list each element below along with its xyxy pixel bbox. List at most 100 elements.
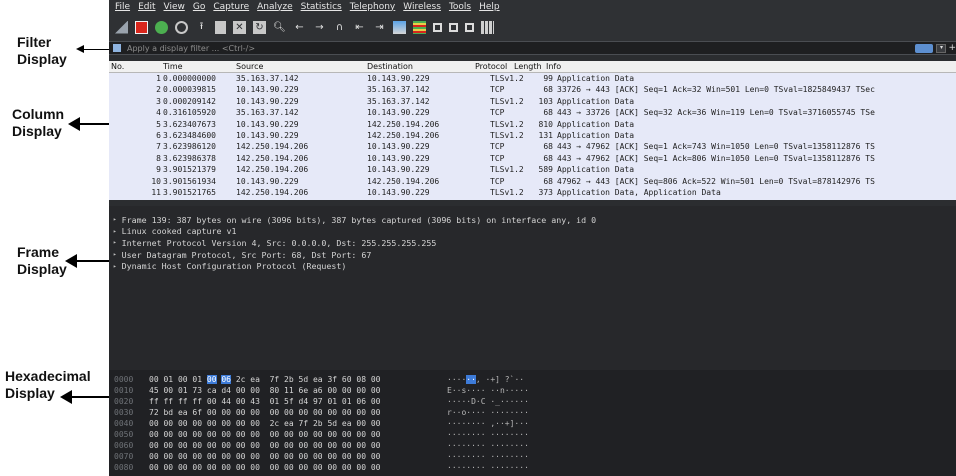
last-packet-icon[interactable]: ⇥ <box>373 21 386 34</box>
menu-go[interactable]: Go <box>193 2 205 12</box>
table-row[interactable]: 4 0.316105920 35.163.37.142 10.143.90.229 TC… <box>109 107 956 118</box>
hex-byte[interactable]: 00 <box>313 408 323 417</box>
hex-byte[interactable]: 11 <box>284 386 294 395</box>
close-file-icon[interactable]: ✕ <box>233 20 246 34</box>
colorize-icon[interactable] <box>413 20 426 34</box>
hex-byte[interactable]: 06 <box>356 397 366 406</box>
hex-byte[interactable]: 00 <box>207 419 217 428</box>
hex-byte[interactable]: 00 <box>163 463 173 472</box>
hex-byte[interactable]: 72 <box>149 408 159 417</box>
hex-byte[interactable]: 00 <box>163 452 173 461</box>
hex-byte[interactable]: 00 <box>236 463 246 472</box>
hex-byte[interactable]: 00 <box>207 430 217 439</box>
hex-byte[interactable]: 6e <box>299 386 309 395</box>
hex-byte[interactable]: 00 <box>178 375 188 384</box>
menu-statistics[interactable]: Statistics <box>301 2 342 12</box>
hex-byte[interactable]: 00 <box>236 430 246 439</box>
expand-triangle-icon[interactable]: ▸ <box>113 228 117 235</box>
add-filter-button[interactable]: + <box>948 43 956 53</box>
normal-size-icon[interactable] <box>465 22 474 32</box>
hex-byte[interactable]: 00 <box>149 375 159 384</box>
hex-byte[interactable]: 01 <box>270 397 280 406</box>
hex-bytes[interactable]: 00 00 00 00 00 00 00 00 00 00 00 00 00 0… <box>149 430 380 439</box>
hex-byte[interactable]: 2c <box>270 419 280 428</box>
hex-byte[interactable]: 3f <box>327 375 337 384</box>
hex-byte[interactable]: 00 <box>371 397 381 406</box>
hex-byte[interactable]: 00 <box>250 430 260 439</box>
detail-tree-item[interactable]: ▸ Linux cooked capture v1 <box>109 226 956 238</box>
hex-byte[interactable]: 00 <box>250 452 260 461</box>
hex-byte[interactable]: 00 <box>192 463 202 472</box>
hex-byte[interactable]: 00 <box>149 441 159 450</box>
column-header-protocol[interactable]: Protocol <box>475 62 507 71</box>
hex-byte[interactable]: 5d <box>327 419 337 428</box>
hex-ascii[interactable]: ········ ········ <box>447 463 529 472</box>
expand-triangle-icon[interactable]: ▸ <box>113 216 117 223</box>
menu-capture[interactable]: Capture <box>213 2 249 12</box>
hex-ascii[interactable]: ········ ········ <box>447 452 529 461</box>
reload-icon[interactable]: ↻ <box>253 20 266 34</box>
hex-byte[interactable]: 00 <box>270 408 280 417</box>
hex-byte[interactable]: 00 <box>327 408 337 417</box>
hex-byte[interactable]: 00 <box>178 463 188 472</box>
autoscroll-icon[interactable] <box>393 20 406 34</box>
hex-byte[interactable]: 00 <box>149 452 159 461</box>
hex-byte[interactable]: 00 <box>250 441 260 450</box>
detail-tree-item[interactable]: ▸ Internet Protocol Version 4, Src: 0.0.0… <box>109 237 956 249</box>
zoom-out-icon[interactable] <box>449 22 458 32</box>
hex-byte[interactable]: 00 <box>236 419 246 428</box>
hex-byte[interactable]: 01 <box>178 386 188 395</box>
hex-byte[interactable]: 00 <box>371 375 381 384</box>
hex-byte[interactable]: 00 <box>236 441 246 450</box>
hex-byte[interactable]: 00 <box>313 430 323 439</box>
hex-byte[interactable]: 2c <box>236 375 246 384</box>
hex-byte[interactable]: 00 <box>342 408 352 417</box>
hex-byte[interactable]: 00 <box>371 441 381 450</box>
menu-view[interactable]: View <box>164 2 185 12</box>
hex-bytes[interactable]: ff ff ff ff 00 44 00 43 01 5f d4 97 01 0… <box>149 397 380 406</box>
hex-byte[interactable]: 00 <box>342 430 352 439</box>
filter-dropdown-icon[interactable]: ▾ <box>936 43 947 53</box>
hex-byte[interactable]: ff <box>163 397 173 406</box>
go-back-icon[interactable]: ← <box>293 21 306 34</box>
table-row[interactable]: 10 3.901561934 10.143.90.229 142.250.194.20… <box>109 176 956 187</box>
hex-byte[interactable]: 00 <box>356 408 366 417</box>
hex-bytes[interactable]: 00 00 00 00 00 00 00 00 00 00 00 00 00 0… <box>149 452 380 461</box>
resize-columns-icon[interactable] <box>481 20 494 34</box>
shark-fin-icon[interactable] <box>115 20 128 34</box>
detail-tree-item[interactable]: ▸ Dynamic Host Configuration Protocol (Re… <box>109 260 956 272</box>
table-row[interactable]: 3 0.000209142 10.143.90.229 35.163.37.142 TL… <box>109 96 956 107</box>
hex-byte[interactable]: 00 <box>178 419 188 428</box>
hex-byte[interactable]: ea <box>284 419 294 428</box>
expand-triangle-icon[interactable]: ▸ <box>113 239 117 246</box>
hex-byte[interactable]: 00 <box>342 441 352 450</box>
hex-byte[interactable]: 00 <box>236 408 246 417</box>
apply-filter-arrow-icon[interactable] <box>915 43 934 53</box>
hex-byte[interactable]: 00 <box>327 386 337 395</box>
hex-byte[interactable]: ff <box>149 397 159 406</box>
hex-byte[interactable]: a6 <box>313 386 323 395</box>
hex-byte[interactable]: 00 <box>356 452 366 461</box>
hex-byte[interactable]: 00 <box>327 441 337 450</box>
hex-byte[interactable]: 00 <box>356 386 366 395</box>
hex-ascii[interactable]: r··o···· ········ <box>447 408 529 417</box>
hex-byte[interactable]: 00 <box>149 419 159 428</box>
hex-byte[interactable]: 06 <box>221 375 231 384</box>
hex-byte[interactable]: bd <box>163 408 173 417</box>
hex-byte[interactable]: 00 <box>299 463 309 472</box>
hex-byte[interactable]: 7f <box>299 419 309 428</box>
detail-tree-item[interactable]: ▸ User Datagram Protocol, Src Port: 68, D… <box>109 249 956 261</box>
hex-byte[interactable]: 00 <box>356 430 366 439</box>
hex-byte[interactable]: 00 <box>221 408 231 417</box>
hex-byte[interactable]: 00 <box>342 452 352 461</box>
hex-byte[interactable]: 00 <box>250 408 260 417</box>
hex-byte[interactable]: 00 <box>192 441 202 450</box>
first-packet-icon[interactable]: ⇤ <box>353 21 366 34</box>
hex-bytes[interactable]: 00 00 00 00 00 00 00 00 00 00 00 00 00 0… <box>149 441 380 450</box>
hex-byte[interactable]: 00 <box>270 463 280 472</box>
table-row[interactable]: 5 3.623407673 10.143.90.229 142.250.194.206… <box>109 119 956 130</box>
hex-byte[interactable]: 00 <box>299 441 309 450</box>
hex-byte[interactable]: 00 <box>250 419 260 428</box>
hex-byte[interactable]: 00 <box>207 441 217 450</box>
hex-byte[interactable]: 00 <box>313 463 323 472</box>
